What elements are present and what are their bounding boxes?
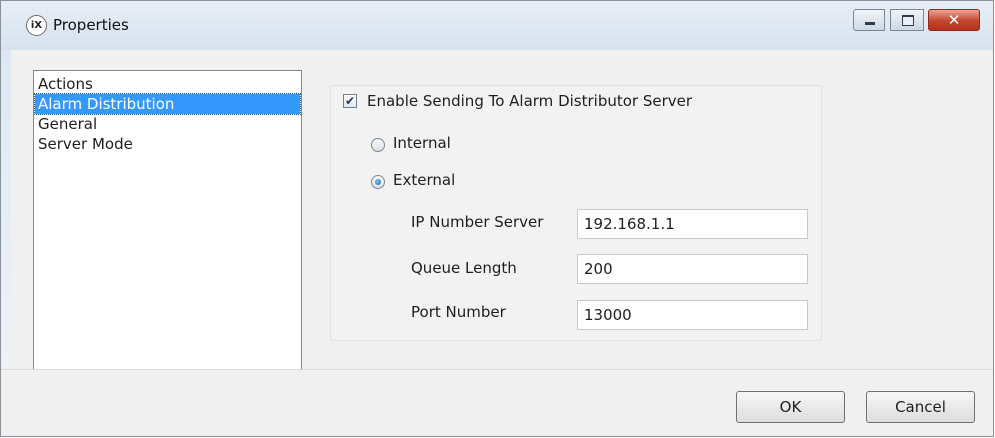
close-button[interactable]: ✕ <box>928 9 980 31</box>
cancel-button[interactable]: Cancel <box>866 391 975 423</box>
list-item-alarm-distribution[interactable]: Alarm Distribution <box>34 93 301 115</box>
port-number-label: Port Number <box>411 303 506 321</box>
window-left-edge <box>1 50 11 370</box>
category-list[interactable]: Actions Alarm Distribution General Serve… <box>33 70 302 372</box>
ip-number-server-label: IP Number Server <box>411 213 544 231</box>
internal-radio[interactable] <box>371 138 385 152</box>
list-item-server-mode[interactable]: Server Mode <box>35 134 300 154</box>
list-item-general[interactable]: General <box>35 114 300 134</box>
external-radio[interactable] <box>371 175 385 189</box>
ip-number-server-input[interactable] <box>577 209 808 239</box>
app-icon: iX <box>26 15 47 36</box>
list-item-actions[interactable]: Actions <box>35 74 300 94</box>
maximize-button[interactable] <box>890 9 924 31</box>
enable-sending-checkbox[interactable]: ✔ <box>343 94 357 108</box>
properties-window: iX Properties ✕ Actions Alarm Distributi… <box>0 0 994 437</box>
minimize-icon <box>854 10 884 30</box>
title-bar[interactable]: iX Properties ✕ <box>1 1 993 50</box>
window-title: Properties <box>53 16 129 34</box>
close-icon: ✕ <box>947 11 961 29</box>
queue-length-input[interactable] <box>577 254 808 284</box>
maximize-icon <box>891 10 923 30</box>
minimize-button[interactable] <box>853 9 885 31</box>
internal-radio-label[interactable]: Internal <box>393 134 451 152</box>
enable-sending-label[interactable]: Enable Sending To Alarm Distributor Serv… <box>367 92 692 110</box>
external-radio-label[interactable]: External <box>393 171 455 189</box>
queue-length-label: Queue Length <box>411 259 517 277</box>
port-number-input[interactable] <box>577 300 808 330</box>
ok-button[interactable]: OK <box>736 391 845 423</box>
